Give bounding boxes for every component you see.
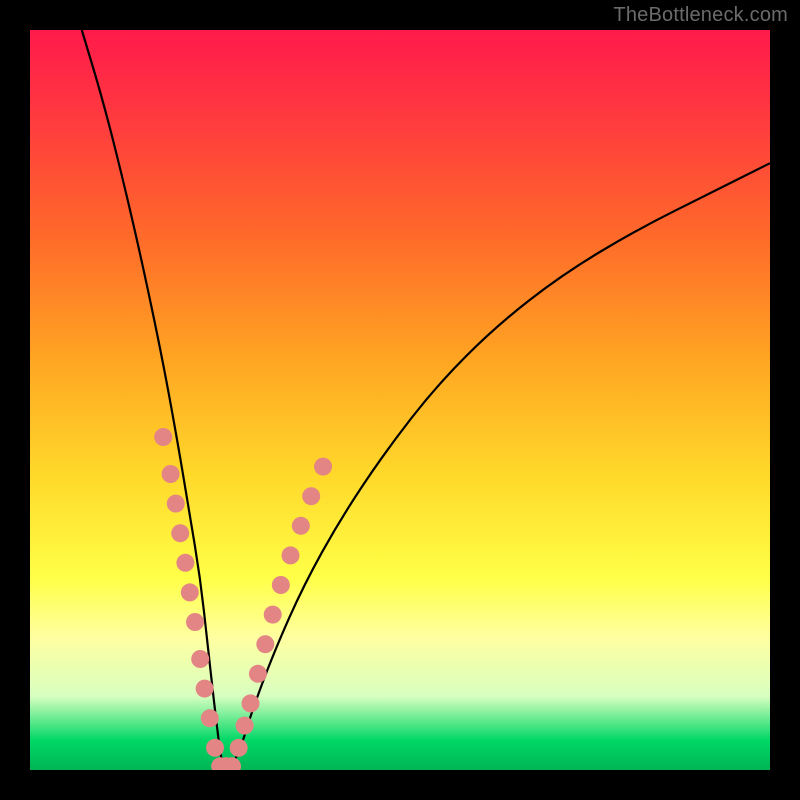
data-marker <box>256 635 274 653</box>
data-marker <box>272 576 290 594</box>
data-marker <box>191 650 209 668</box>
data-marker <box>201 709 219 727</box>
plot-area <box>30 30 770 770</box>
data-marker <box>230 739 248 757</box>
data-marker <box>171 524 189 542</box>
data-marker <box>264 606 282 624</box>
data-marker <box>176 554 194 572</box>
data-marker <box>181 583 199 601</box>
bottleneck-curve <box>30 30 770 770</box>
data-marker <box>167 495 185 513</box>
data-marker <box>249 665 267 683</box>
data-marker <box>186 613 204 631</box>
data-marker <box>242 694 260 712</box>
chart-frame: TheBottleneck.com <box>0 0 800 800</box>
data-marker <box>292 517 310 535</box>
data-marker <box>206 739 224 757</box>
data-marker <box>236 717 254 735</box>
data-marker <box>314 458 332 476</box>
data-marker <box>154 428 172 446</box>
watermark-text: TheBottleneck.com <box>613 4 788 27</box>
data-marker <box>302 487 320 505</box>
data-marker <box>281 546 299 564</box>
data-marker <box>196 680 214 698</box>
data-marker <box>162 465 180 483</box>
